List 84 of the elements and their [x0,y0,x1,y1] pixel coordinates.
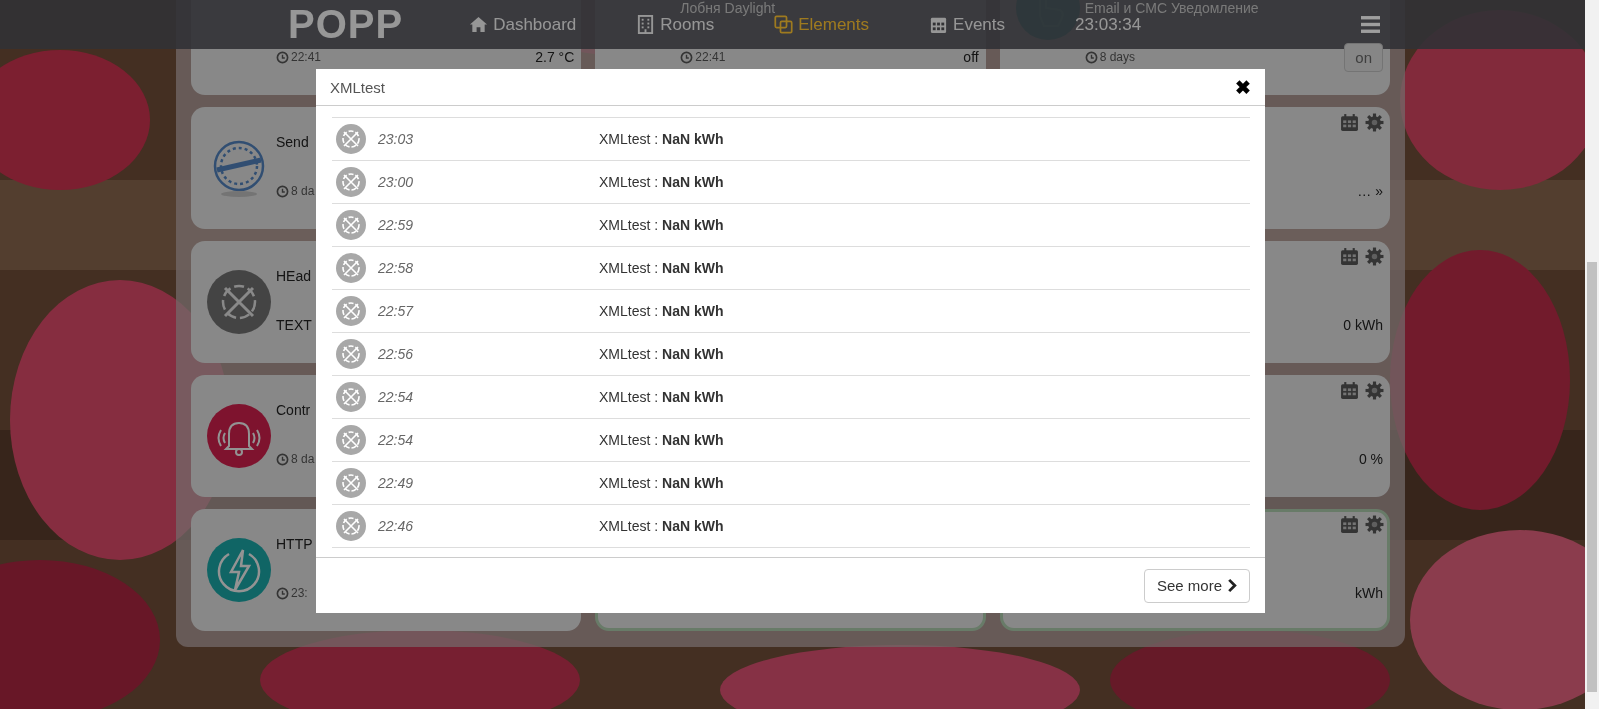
settings-icon[interactable] [1365,113,1384,132]
chevron-right-icon [1227,578,1237,593]
event-time: 23:03 [378,131,415,147]
element-title: HEad [276,268,312,284]
nav-link[interactable]: Rooms [636,14,715,35]
nav-link[interactable]: Dashboard [469,14,577,35]
clock-icon [276,586,289,600]
clock-icon [276,184,289,198]
event-text: XMLtest : NaN kWh [599,432,725,448]
clock-icon [276,50,289,64]
crossed-circle-icon [336,511,366,541]
update-time: 23: [276,586,308,600]
close-button[interactable]: ✖ [1235,75,1251,99]
element-text: TEXT [276,317,312,333]
calendar-icon [929,15,949,34]
element-value: off [963,49,979,65]
clock-icon [276,452,289,466]
calendar-icon[interactable] [1340,381,1359,400]
element-value: 0 % [1358,451,1383,467]
element-value: kWh [1355,585,1383,601]
update-time: 8 days [1084,50,1135,64]
logo[interactable]: POPP [288,2,404,47]
building-icon [636,15,656,34]
event-text: XMLtest : NaN kWh [599,260,725,276]
lightning-icon [207,538,271,602]
nav-link[interactable]: Events [929,14,1006,35]
event-time: 22:54 [378,432,415,448]
update-time: 22:41 [680,50,726,64]
scrollbar-thumb[interactable] [1587,262,1597,692]
dialog-title: XMLtest [330,78,386,96]
crossed-circle-icon [336,210,366,240]
update-time: 22:41 [276,50,322,64]
nav-link[interactable]: Elements [774,14,870,35]
event-time: 22:46 [378,518,415,534]
update-time: 8 da [276,184,315,198]
element-title: Email и СМС Уведомление [1084,0,1259,16]
clock-icon [1084,50,1098,64]
settings-icon[interactable] [1365,247,1384,266]
event-time: 22:49 [378,475,415,491]
event-text: XMLtest : NaN kWh [599,346,725,362]
crossed-circle-icon [336,468,366,498]
calendar-icon[interactable] [1340,113,1359,132]
element-title: Contr [276,402,311,418]
calendar-icon[interactable] [1340,247,1359,266]
event-time: 22:59 [378,217,415,233]
overlapping-squares-icon [774,15,794,34]
element-title: HTTP [276,536,313,552]
calendar-icon[interactable] [1340,515,1359,534]
toggle-button[interactable]: on [1344,42,1383,72]
event-time: 22:56 [378,346,415,362]
event-time: 22:58 [378,260,415,276]
crossed-circle-icon [336,124,366,154]
crossed-circle-icon [336,296,366,326]
crossed-circle-icon [336,339,366,369]
event-time: 22:57 [378,303,415,319]
event-text: XMLtest : NaN kWh [599,518,725,534]
event-text: XMLtest : NaN kWh [599,217,725,233]
home-icon [469,15,489,34]
settings-icon[interactable] [1365,381,1384,400]
event-time: 22:54 [378,389,415,405]
event-time: 23:00 [378,174,415,190]
clock-icon [680,50,694,64]
element-title: Лобня Daylight [680,0,776,16]
crossed-circle-icon [207,270,271,334]
event-text: XMLtest : NaN kWh [599,303,725,319]
menu-icon[interactable] [1361,16,1380,33]
event-text: XMLtest : NaN kWh [599,131,725,147]
crossed-circle-icon [336,167,366,197]
bell-icon [207,404,271,468]
settings-icon[interactable] [1365,515,1384,534]
event-text: XMLtest : NaN kWh [599,389,725,405]
event-text: XMLtest : NaN kWh [599,475,725,491]
element-title: Send [276,134,309,150]
clock-time: 23:03:34 [1075,14,1142,35]
update-time: 8 da [276,452,315,466]
element-value: 2.7 °C [535,49,575,65]
element-value: 0 kWh [1343,317,1383,333]
crossed-circle-icon [336,382,366,412]
event-text: XMLtest : NaN kWh [599,174,725,190]
crossed-circle-icon [336,253,366,283]
crossed-circle-icon [336,425,366,455]
see-more-button[interactable]: See more [1143,568,1250,603]
scrollbar[interactable] [1585,0,1599,709]
element-value: … » [1357,183,1383,199]
